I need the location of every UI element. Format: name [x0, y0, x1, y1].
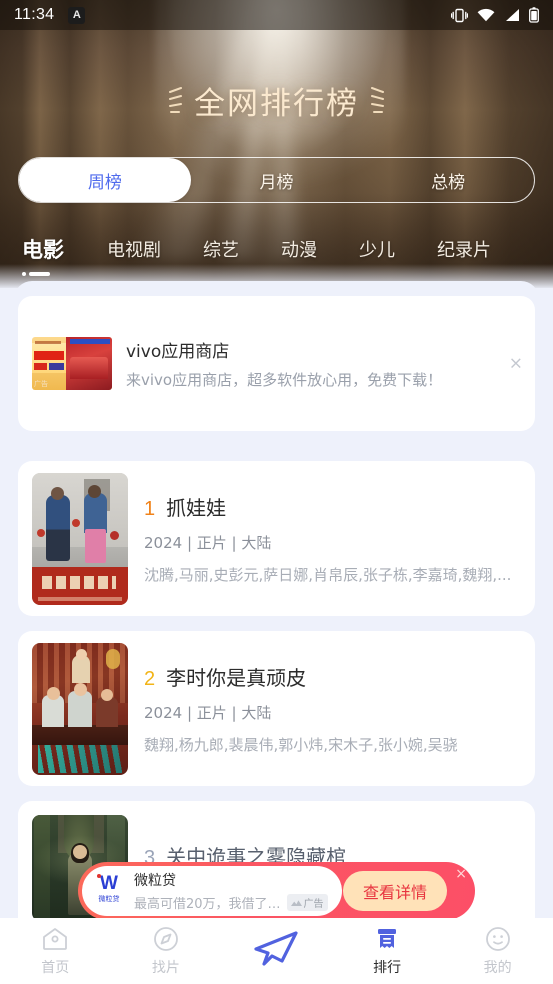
category-tab-bar: 电影 电视剧 综艺 动漫 少儿 纪录片 [0, 224, 553, 276]
laurel-right-icon [369, 84, 389, 118]
rank-number: 2 [144, 668, 156, 690]
ad-label-badge: 广告 [286, 894, 328, 911]
status-icons [451, 7, 539, 23]
nav-item-home[interactable]: 首页 [0, 926, 111, 977]
period-tab-all[interactable]: 总榜 [362, 158, 534, 202]
view-details-button[interactable]: 查看详情 [343, 871, 447, 911]
mountain-icon [290, 899, 302, 906]
page-title: 全网排行榜 [0, 78, 553, 123]
movie-meta: 2024 | 正片 | 大陆 [144, 704, 272, 722]
promo-ad-close-icon[interactable]: × [509, 355, 523, 372]
laurel-left-icon [164, 84, 184, 118]
nav-item-discover[interactable]: 找片 [111, 926, 222, 977]
promo-ad-subtitle: 来vivo应用商店，超多软件放心用，免费下载！ [126, 371, 443, 389]
page-title-text: 全网排行榜 [194, 86, 359, 122]
nav-item-ranking[interactable]: 排行 [332, 926, 443, 977]
floating-ad-content: W 微粒贷 微粒贷 最高可借20万，我借了… 广告 [82, 866, 342, 916]
signal-icon [504, 8, 520, 22]
nav-item-ranking-label: 排行 [373, 959, 402, 976]
ranking-row-info: 2 李时你是真顽皮 2024 | 正片 | 大陆 魏翔,杨九郎,裴晨伟,郭小炜,… [144, 662, 521, 755]
status-time: 11:34 [14, 6, 55, 23]
category-tab-documentary[interactable]: 纪录片 [416, 236, 512, 262]
nav-item-profile-label: 我的 [483, 959, 512, 976]
movie-poster [32, 472, 128, 605]
movie-title: 李时你是真顽皮 [166, 666, 307, 690]
rank-number: 1 [144, 498, 156, 520]
ranking-row[interactable]: 1 抓娃娃 2024 | 正片 | 大陆 沈腾,马丽,史彭元,萨日娜,肖帛辰,张… [18, 461, 535, 616]
period-tab-week[interactable]: 周榜 [19, 158, 191, 202]
floating-ad-subtitle: 最高可借20万，我借了… [134, 897, 281, 912]
promo-ad-card[interactable]: 广告 vivo应用商店 来vivo应用商店，超多软件放心用，免费下载！ × [18, 296, 535, 431]
movie-meta: 2024 | 正片 | 大陆 [144, 534, 272, 552]
promo-ad-thumb-label: 广告 [34, 380, 48, 388]
category-tab-movie-label: 电影 [22, 238, 64, 262]
nav-item-center-action[interactable] [221, 927, 332, 976]
movie-poster [32, 642, 128, 775]
ranking-row-head: 1 抓娃娃 [144, 492, 521, 521]
floating-ad-text: 微粒贷 最高可借20万，我借了… 广告 [134, 870, 328, 912]
movie-title: 抓娃娃 [166, 496, 227, 520]
floating-ad-title: 微粒贷 [134, 873, 176, 889]
status-bar: 11:34 A [0, 0, 553, 30]
promo-ad-text: vivo应用商店 来vivo应用商店，超多软件放心用，免费下载！ [126, 337, 442, 390]
category-tab-tv[interactable]: 电视剧 [86, 236, 182, 262]
home-icon [42, 926, 68, 952]
weilidai-logo-icon: W 微粒贷 [92, 874, 126, 908]
category-tab-movie[interactable]: 电影 [22, 234, 86, 276]
bottom-navigation-bar: 首页 找片 排行 我的 [0, 918, 553, 984]
nav-item-home-label: 首页 [41, 959, 70, 976]
ranking-row-head: 2 李时你是真顽皮 [144, 662, 521, 691]
ranking-row[interactable]: 2 李时你是真顽皮 2024 | 正片 | 大陆 魏翔,杨九郎,裴晨伟,郭小炜,… [18, 631, 535, 786]
promo-ad-thumbnail: 广告 [32, 337, 112, 390]
period-tab-month[interactable]: 月榜 [191, 158, 363, 202]
movie-cast: 魏翔,杨九郎,裴晨伟,郭小炜,宋木子,张小婉,吴骁 [144, 736, 458, 754]
movie-cast: 沈腾,马丽,史彭元,萨日娜,肖帛辰,张子栋,李嘉琦,魏翔,... [144, 566, 512, 584]
smiley-face-icon [485, 926, 511, 952]
ranking-icon [374, 926, 400, 952]
weilidai-logo-caption: 微粒贷 [98, 895, 120, 903]
app-badge-icon: A [68, 6, 86, 24]
active-tab-indicator [22, 272, 50, 276]
paper-plane-icon [245, 927, 307, 971]
promo-ad-title: vivo应用商店 [126, 342, 230, 362]
nav-item-profile[interactable]: 我的 [442, 926, 553, 977]
battery-icon [529, 7, 539, 23]
floating-ad-close-icon[interactable]: × [455, 867, 467, 881]
period-tab-bar: 周榜 月榜 总榜 [18, 157, 535, 203]
category-tab-kids[interactable]: 少儿 [338, 236, 416, 262]
compass-icon [153, 926, 179, 952]
ad-label-text: 广告 [303, 899, 324, 910]
nav-item-discover-label: 找片 [151, 959, 180, 976]
weilidai-logo-letter: W [100, 873, 118, 894]
floating-ad-subtitle-row: 最高可借20万，我借了… 广告 [134, 893, 328, 912]
vibrate-icon [451, 8, 468, 23]
floating-ad-banner[interactable]: W 微粒贷 微粒贷 最高可借20万，我借了… 广告 查看详情 × [78, 862, 475, 920]
category-tab-anime[interactable]: 动漫 [260, 236, 338, 262]
wifi-icon [477, 8, 495, 22]
ranking-row-info: 1 抓娃娃 2024 | 正片 | 大陆 沈腾,马丽,史彭元,萨日娜,肖帛辰,张… [144, 492, 521, 585]
category-tab-variety[interactable]: 综艺 [182, 236, 260, 262]
